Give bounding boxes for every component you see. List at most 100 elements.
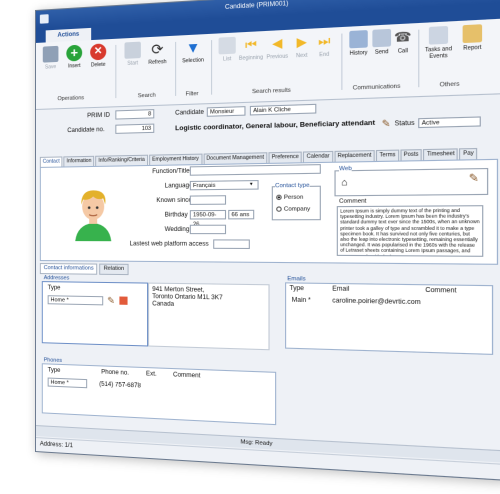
chevron-down-icon[interactable]: ▾	[250, 181, 253, 187]
beginning-label: Beginning	[239, 55, 263, 62]
refresh-icon: ⟳	[149, 40, 166, 57]
address-line: Canada	[152, 301, 222, 310]
prim-id-field[interactable]: 8	[115, 109, 154, 119]
address-text: 941 Merton Street, Toronto Ontario M1L 3…	[152, 287, 222, 310]
refresh-label: Refresh	[148, 59, 166, 66]
candidate-headline: Logistic coordinator, General labour, Be…	[175, 119, 375, 132]
tasks-events-button[interactable]: Tasks and Events	[421, 26, 457, 61]
selection-label: Selection	[182, 57, 204, 64]
plus-icon: +	[66, 45, 82, 62]
sub-tab[interactable]: Contact informations	[40, 263, 98, 275]
ribbon-separator	[115, 45, 116, 98]
call-label: Call	[398, 48, 408, 55]
home-icon[interactable]: ⌂	[341, 177, 347, 188]
phone-type-select[interactable]: Home *	[48, 378, 88, 389]
comment-label: Comment	[339, 198, 366, 205]
history-icon	[349, 30, 367, 48]
phone-ext-header: Ext.	[146, 371, 157, 378]
previous-label: Previous	[267, 53, 288, 60]
phone-type-header: Type	[48, 367, 61, 374]
delete-x-icon: ✕	[90, 43, 106, 60]
radio-checked-icon	[276, 195, 282, 200]
address-type-header: Type	[48, 285, 61, 291]
history-label: History	[350, 50, 368, 57]
report-button[interactable]: Report	[457, 24, 489, 52]
ribbon-separator	[211, 40, 212, 95]
sub-tab-strip: Contact informations Relation	[40, 263, 130, 274]
call-button[interactable]: ☎ Call	[388, 27, 419, 55]
delete-label: Delete	[91, 62, 106, 69]
edit-address-pencil-icon[interactable]: ✎	[107, 295, 115, 306]
web-access-label: Lastest web platform access	[130, 241, 209, 248]
status-label: Status	[395, 120, 415, 127]
group-search: Search	[138, 93, 156, 100]
group-others: Others	[440, 81, 460, 88]
next-label: Next	[296, 52, 308, 59]
ribbon-separator	[341, 33, 342, 89]
company-option-label: Company	[284, 206, 310, 213]
edit-web-pencil-icon[interactable]: ✎	[469, 173, 479, 185]
phones-table	[42, 363, 276, 425]
list-icon	[219, 37, 236, 55]
candidate-no-label: Candidate no.	[67, 127, 104, 134]
ribbon-separator	[418, 30, 419, 88]
function-label: Function/Title	[152, 168, 189, 175]
end-button[interactable]: ⏭ End	[310, 32, 339, 59]
prim-id-label: PRIM ID	[87, 113, 110, 120]
wedding-label: Wedding	[165, 227, 190, 233]
email-address-header: Email	[332, 286, 349, 293]
beginning-button[interactable]: ⏮ Beginning	[237, 35, 265, 62]
edit-pencil-icon[interactable]: ✎	[382, 118, 391, 130]
age-field: 66 ans	[228, 210, 254, 220]
ribbon-separator	[175, 42, 176, 96]
person-option-label: Person	[284, 194, 303, 201]
group-communications: Communications	[353, 83, 401, 91]
language-label: Language	[165, 183, 193, 190]
end-label: End	[319, 51, 329, 58]
previous-record-icon: ◀	[268, 34, 286, 52]
sub-tab[interactable]: Relation	[100, 264, 129, 276]
tasks-events-label: Tasks and Events	[425, 46, 452, 60]
birthday-field[interactable]: 1950-09-26	[190, 210, 226, 220]
language-select[interactable]: Français	[190, 180, 259, 190]
status-select[interactable]: Active	[418, 116, 481, 128]
first-record-icon: ⏮	[242, 36, 259, 54]
salutation-select[interactable]: Monsieur	[207, 106, 246, 117]
next-record-icon: ▶	[293, 33, 311, 51]
refresh-button[interactable]: ⟳ Refresh	[144, 40, 171, 66]
candidate-name-field[interactable]: Alain K Cliche	[250, 104, 316, 116]
contact-type-company-radio[interactable]: Company	[276, 206, 310, 213]
contact-type-person-radio[interactable]: Person	[276, 194, 303, 201]
send-label: Send	[375, 49, 389, 56]
radio-unchecked-icon	[276, 206, 282, 211]
emails-table	[285, 282, 493, 355]
selection-button[interactable]: ▼ Selection	[179, 38, 206, 64]
contact-type-group	[272, 186, 321, 221]
app-window: Candidate (PRIM001) – □ ✕ Actions Save +…	[35, 0, 500, 481]
candidate-no-field[interactable]: 103	[115, 124, 154, 134]
start-label: Start	[127, 60, 138, 67]
email-comment-header: Comment	[425, 288, 456, 295]
known-since-label: Known since	[156, 198, 192, 205]
save-button[interactable]: Save	[38, 46, 63, 71]
address-type-select[interactable]: Home *	[48, 295, 104, 305]
insert-button[interactable]: + Insert	[61, 44, 87, 69]
map-person-icon[interactable]	[119, 296, 127, 304]
report-label: Report	[463, 44, 481, 52]
candidate-label: Candidate	[175, 110, 204, 117]
wedding-field[interactable]	[190, 225, 226, 234]
last-record-icon: ⏭	[315, 32, 333, 50]
save-label: Save	[45, 64, 56, 71]
function-field[interactable]	[190, 164, 321, 176]
comment-textarea[interactable]: Lorem Ipsum is simply dummy text of the …	[337, 205, 484, 257]
known-since-field[interactable]	[190, 195, 226, 205]
delete-button[interactable]: ✕ Delete	[85, 43, 111, 69]
web-access-field	[213, 239, 250, 249]
web-panel	[334, 168, 488, 196]
start-button[interactable]: Start	[119, 41, 146, 67]
search-start-icon	[124, 42, 140, 59]
avatar	[63, 180, 123, 241]
email-row-type[interactable]: Main *	[292, 297, 311, 304]
group-search-results: Search results	[252, 88, 291, 96]
birthday-label: Birthday	[165, 212, 188, 218]
